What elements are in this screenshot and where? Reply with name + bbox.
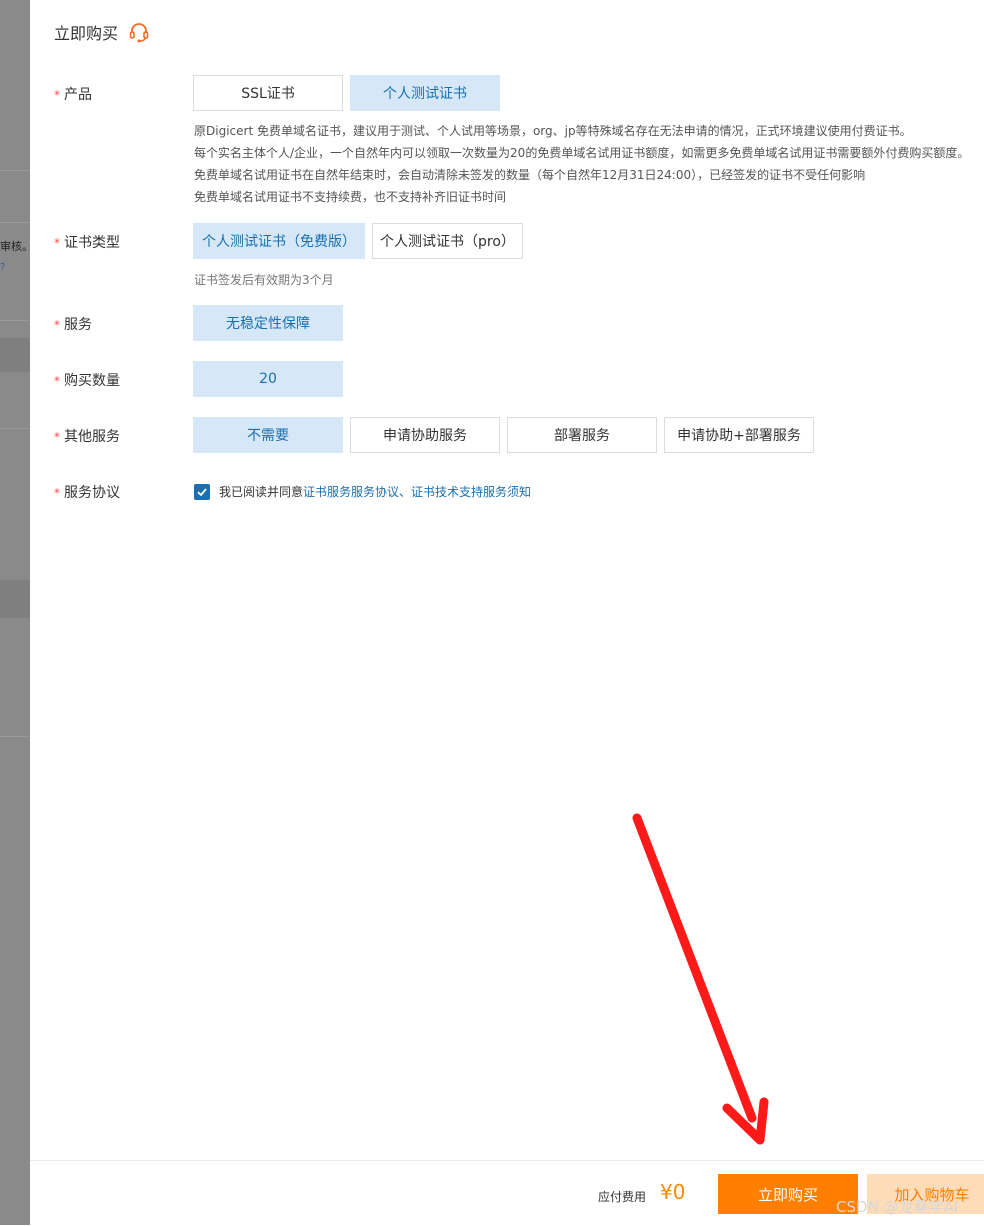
agreement-row: 我已阅读并同意 证书服务服务协议 、 证书技术支持服务须知: [194, 483, 531, 500]
cert-type-option-pro[interactable]: 个人测试证书（pro）: [372, 223, 523, 259]
csdn-watermark: CSDN @龙桑学AI: [836, 1198, 959, 1216]
cert-type-option-free[interactable]: 个人测试证书（免费版）: [193, 223, 365, 259]
link-separator: 、: [399, 485, 412, 499]
product-label: * 产品: [54, 87, 92, 103]
service-agreement-link[interactable]: 证书服务服务协议: [303, 483, 399, 500]
other-services-option-none[interactable]: 不需要: [193, 417, 343, 453]
quantity-option-20[interactable]: 20: [193, 361, 343, 397]
fee-value: ¥0: [660, 1180, 686, 1204]
headset-icon[interactable]: [128, 21, 150, 43]
agreement-checkbox[interactable]: [194, 483, 210, 500]
background-help-icon: ?: [0, 262, 6, 273]
product-description: 原Digicert 免费单域名证书，建议用于测试、个人试用等场景，org、jp等…: [194, 124, 970, 204]
drawer-title: 立即购买: [54, 20, 150, 44]
fee-label: 应付费用: [598, 1190, 647, 1204]
quantity-label: * 购买数量: [54, 373, 120, 389]
cert-type-hint: 证书签发后有效期为3个月: [194, 273, 334, 287]
cert-type-label: * 证书类型: [54, 235, 120, 251]
other-services-option-assist-deploy[interactable]: 申请协助+部署服务: [664, 417, 814, 453]
support-notice-link[interactable]: 证书技术支持服务须知: [411, 483, 531, 500]
product-option-personal-test[interactable]: 个人测试证书: [350, 75, 500, 111]
drawer-title-text: 立即购买: [54, 24, 119, 43]
agreement-prefix: 我已阅读并同意: [219, 485, 304, 499]
service-option-no-stability[interactable]: 无稳定性保障: [193, 305, 343, 341]
background-review-text: 审核。: [0, 240, 30, 253]
service-label: * 服务: [54, 317, 92, 333]
other-services-option-deploy[interactable]: 部署服务: [507, 417, 657, 453]
other-services-option-assist[interactable]: 申请协助服务: [350, 417, 500, 453]
product-option-ssl[interactable]: SSL证书: [193, 75, 343, 111]
background-page-overlay: 审核。 ?: [0, 0, 30, 1225]
agreement-label: * 服务协议: [54, 485, 120, 501]
checkmark-icon: [197, 487, 207, 496]
other-services-label: * 其他服务: [54, 429, 120, 445]
purchase-drawer: 立即购买 * 产品 SSL证书 个人测试证书 原Digicert 免费单域名证书，…: [30, 0, 984, 1225]
